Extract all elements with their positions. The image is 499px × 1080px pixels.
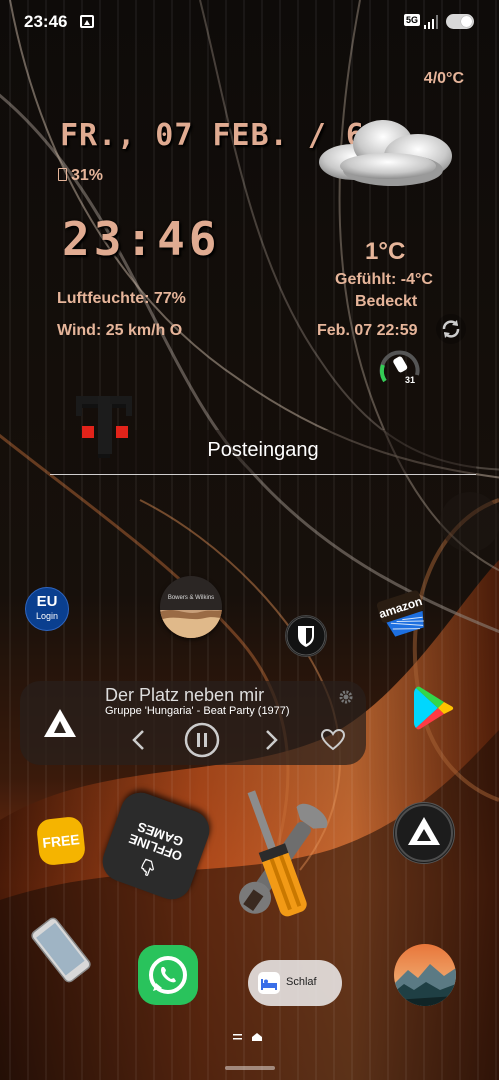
previous-track-button[interactable] (128, 727, 150, 753)
home-screen: 23:46 5G FR., 07 FEB. / 6 31% 23:46 Luft… (0, 0, 499, 1080)
bowers-wilkins-app-icon[interactable]: Bowers & Wilkins (160, 576, 222, 638)
pause-button[interactable] (184, 722, 220, 758)
bowers-wilkins-label: Bowers & Wilkins (167, 595, 215, 601)
whatsapp-app-icon[interactable] (138, 945, 198, 1005)
gesture-navigation-bar[interactable] (225, 1066, 275, 1070)
widget-clock[interactable]: 23:46 (62, 212, 220, 266)
widget-wind: Wind: 25 km/h O (57, 322, 183, 339)
bitwarden-app-icon[interactable] (285, 615, 327, 657)
landscape-wallpaper-app-icon[interactable] (394, 944, 456, 1006)
status-time: 23:46 (24, 12, 68, 31)
widget-temp-range: 4/0°C (423, 70, 464, 87)
widget-humidity: Luftfeuchte: 77% (57, 290, 186, 307)
network-type-badge: 5G (404, 14, 421, 26)
bowers-wilkins-dunes-icon (160, 610, 222, 638)
widget-battery: 31% (58, 167, 103, 185)
track-artist: Gruppe 'Hungaria' - Beat Party (1977) (105, 705, 290, 717)
amazon-shopping-app-icon[interactable]: amazon (374, 585, 432, 639)
phone-device-app-icon[interactable] (28, 915, 94, 985)
refresh-icon[interactable] (436, 314, 466, 344)
settings-gear-icon[interactable] (338, 689, 354, 705)
music-player-widget[interactable]: Der Platz neben mir Gruppe 'Hungaria' - … (20, 681, 366, 765)
eu-login-app-icon[interactable]: EU Login (25, 587, 69, 631)
widget-battery-value: 31% (71, 167, 104, 184)
aimp-app-icon[interactable] (393, 802, 455, 864)
widget-updated-time: Feb. 07 22:59 (317, 322, 418, 339)
signal-strength-icon (424, 15, 438, 29)
favorite-heart-button[interactable] (320, 727, 346, 753)
battery-level-icon (58, 168, 67, 181)
step-counter-gauge[interactable] (377, 345, 423, 391)
sleep-mode-label: Schlaf (286, 976, 317, 988)
widget-feels-like: Gefühlt: -4°C (335, 271, 433, 288)
widget-current-temp: 1°C (365, 238, 406, 265)
widget-condition: Bedeckt (355, 293, 418, 310)
eu-login-label-sub: Login (35, 611, 59, 621)
hand-pointer-icon (141, 858, 154, 876)
track-title: Der Platz neben mir (105, 685, 265, 705)
free-app-icon[interactable]: FREE (35, 815, 87, 867)
sleep-mode-toggle[interactable]: Schlaf (248, 960, 342, 1006)
battery-icon (446, 14, 474, 29)
telekom-app-icon[interactable] (72, 392, 136, 462)
eu-login-label-main: EU (36, 593, 58, 610)
edge-panel-handle[interactable] (440, 492, 499, 552)
gallery-notification-icon (80, 15, 94, 28)
step-count: 31 (405, 375, 416, 385)
google-play-store-app-icon[interactable] (410, 685, 456, 731)
aimp-logo-icon (44, 709, 76, 737)
bed-icon (258, 972, 280, 994)
offline-games-label: OFFLINE GAMES (110, 811, 206, 869)
page-indicator[interactable] (231, 1030, 271, 1044)
cloudy-weather-icon (319, 120, 452, 186)
next-track-button[interactable] (260, 727, 282, 753)
toolbox-app-icon[interactable] (222, 785, 334, 935)
